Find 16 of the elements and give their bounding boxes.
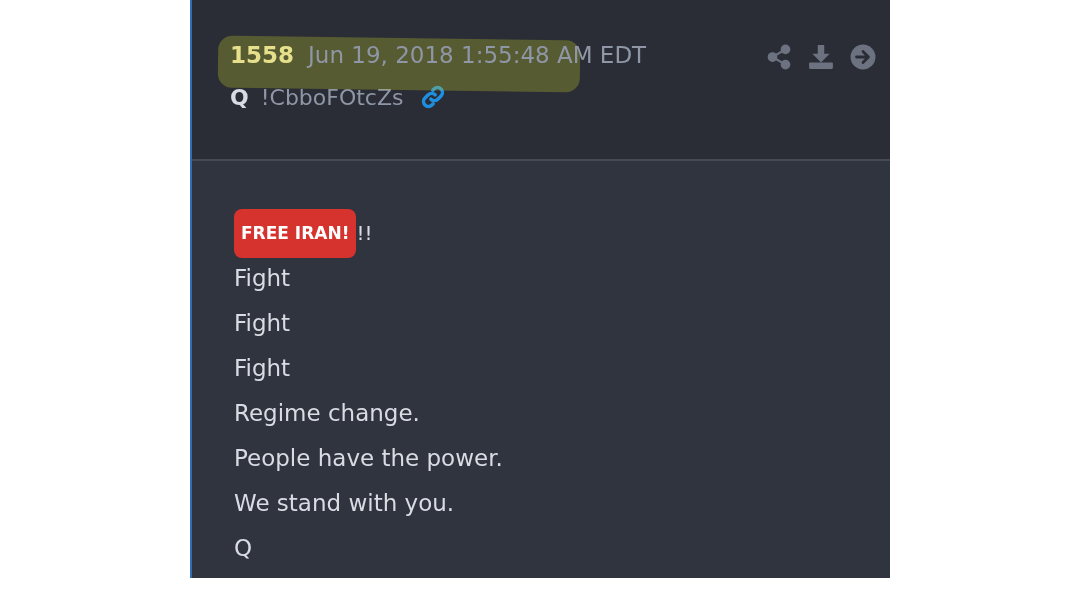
download-icon[interactable] (808, 44, 834, 70)
post-text: We stand with you. (234, 490, 455, 516)
post-text: People have the power. (234, 445, 503, 471)
timestamp: Jun 19, 2018 1:55:48 AM EDT (308, 41, 647, 70)
link-icon[interactable] (419, 84, 446, 110)
author-name: Q (230, 83, 249, 112)
post-text: !! (356, 220, 373, 247)
post-text: Regime change. (234, 400, 420, 426)
share-icon[interactable] (766, 44, 792, 70)
post-text: Fight (234, 310, 291, 336)
tag-badge: FREE IRAN! (234, 209, 357, 258)
post-text: Fight (234, 355, 291, 381)
post-text: Q (234, 535, 253, 561)
tripcode: !CbboFOtcZs (260, 83, 404, 112)
post-text: Fight (234, 265, 291, 291)
post-number: 1558 (230, 41, 294, 70)
